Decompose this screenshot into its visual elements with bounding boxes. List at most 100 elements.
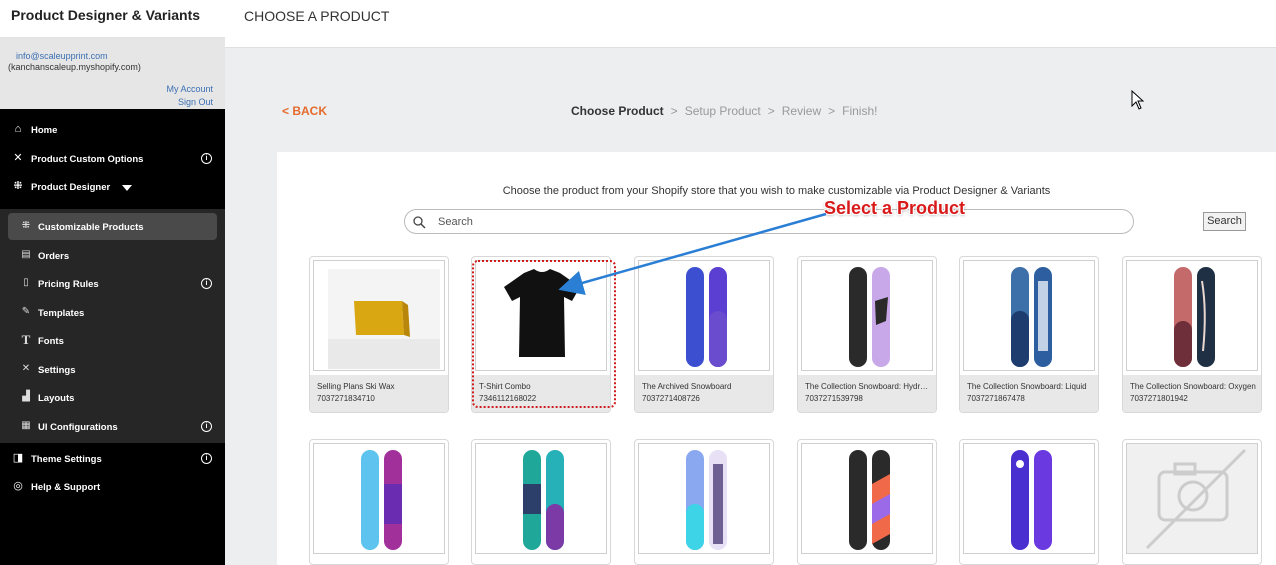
sidebar-item-label: Pricing Rules: [38, 279, 99, 290]
product-thumbnail: [1126, 260, 1258, 371]
product-card[interactable]: The Collection Snowboard: Hydrogen 70372…: [797, 256, 937, 413]
product-card[interactable]: [797, 439, 937, 565]
sidebar-item-orders[interactable]: ▤ Orders: [8, 242, 217, 269]
sidebar-item-fonts[interactable]: T Fonts: [8, 327, 217, 354]
sidebar-item-label: Fonts: [38, 336, 64, 347]
product-id: 7037271834710: [317, 394, 375, 403]
wizard-steps: Choose Product > Setup Product > Review > Fini…: [571, 104, 877, 118]
product-thumbnail: [638, 443, 770, 554]
product-thumbnail: [1126, 443, 1258, 554]
search-input[interactable]: [438, 213, 1118, 230]
product-name: The Archived Snowboard: [642, 382, 732, 391]
step-separator: >: [767, 104, 775, 118]
product-thumbnail: [963, 443, 1095, 554]
home-icon: ⌂: [14, 123, 22, 135]
step-setup-product: Setup Product: [684, 104, 761, 118]
account-panel: info@scaleupprint.com (kanchanscaleup.my…: [0, 38, 225, 109]
sidebar-item-customizable-products[interactable]: ⁜ Customizable Products: [8, 213, 217, 240]
product-card[interactable]: Selling Plans Ski Wax 7037271834710: [309, 256, 449, 413]
info-icon[interactable]: i: [201, 278, 212, 289]
info-icon[interactable]: i: [201, 153, 212, 164]
trash-icon: ▯: [23, 277, 29, 288]
product-name: The Collection Snowboard: Oxygen: [1130, 382, 1256, 391]
account-shop: (kanchanscaleup.myshopify.com): [8, 62, 141, 72]
product-thumbnail: [313, 260, 445, 371]
sidebar-item-settings[interactable]: ✕ Settings: [8, 356, 217, 383]
my-account-link[interactable]: My Account: [166, 84, 213, 94]
sidebar-item-label: Customizable Products: [38, 222, 144, 233]
nav-theme-settings-label: Theme Settings: [31, 454, 102, 465]
mouse-cursor-icon: [1131, 90, 1145, 110]
product-id: 7037271539798: [805, 394, 863, 403]
help-icon: ◎: [13, 480, 23, 492]
sidebar-item-label: Orders: [38, 251, 70, 262]
tools-icon: ✕: [13, 152, 23, 164]
main-content: CHOOSE A PRODUCT < BACK Choose Product > S…: [225, 0, 1276, 565]
nav-custom-options[interactable]: ✕ Product Custom Options i: [0, 146, 225, 172]
info-icon[interactable]: i: [201, 453, 212, 464]
nav-help-support-label: Help & Support: [31, 482, 101, 493]
theme-icon: ◨: [12, 452, 24, 464]
nav-home[interactable]: ⌂ Home: [0, 117, 225, 143]
edit-icon: ✎: [21, 306, 31, 317]
sidebar-item-pricing-rules[interactable]: ▯ Pricing Rules i: [8, 270, 217, 297]
step-separator: >: [828, 104, 836, 118]
search-button[interactable]: Search: [1203, 212, 1246, 231]
product-thumbnail: [475, 443, 607, 554]
product-card[interactable]: The Archived Snowboard 7037271408726: [634, 256, 774, 413]
nav-product-designer[interactable]: ⁜ Product Designer: [0, 174, 225, 200]
product-card[interactable]: The Collection Snowboard: Oxygen 7037271…: [1122, 256, 1262, 413]
search-icon: [413, 216, 426, 229]
designer-icon: ⁜: [21, 220, 31, 231]
product-id: 7037271867478: [967, 394, 1025, 403]
sidebar-item-templates[interactable]: ✎ Templates: [8, 299, 217, 326]
product-name: The Collection Snowboard: Liquid: [967, 382, 1087, 391]
sidebar-item-label: Settings: [38, 365, 76, 376]
product-id: 7037271801942: [1130, 394, 1188, 403]
info-icon[interactable]: i: [201, 421, 212, 432]
product-thumbnail: [801, 260, 933, 371]
no-image-icon: [1145, 448, 1247, 550]
sidebar-item-label: Layouts: [38, 393, 75, 404]
app-title: Product Designer & Variants: [11, 7, 201, 23]
product-thumbnail: [638, 260, 770, 371]
designer-icon: ⁜: [13, 180, 23, 192]
chevron-down-icon: [122, 185, 132, 191]
orders-icon: ▤: [21, 249, 31, 260]
nav-theme-settings[interactable]: ◨ Theme Settings i: [0, 446, 225, 472]
sign-out-link[interactable]: Sign Out: [178, 97, 213, 107]
step-separator: >: [670, 104, 678, 118]
product-card[interactable]: [471, 439, 611, 565]
product-card[interactable]: [959, 439, 1099, 565]
product-card[interactable]: [1122, 439, 1262, 565]
instruction-text: Choose the product from your Shopify sto…: [502, 185, 1051, 197]
sidebar-item-layouts[interactable]: ▟ Layouts: [8, 384, 217, 411]
sidebar-item-ui-configurations[interactable]: ▦ UI Configurations i: [8, 413, 217, 440]
product-thumbnail: [963, 260, 1095, 371]
product-card[interactable]: The Collection Snowboard: Liquid 7037271…: [959, 256, 1099, 413]
product-card[interactable]: [634, 439, 774, 565]
select-product-callout: Select a Product: [824, 198, 966, 218]
step-review: Review: [781, 104, 822, 118]
nav-help-support[interactable]: ◎ Help & Support: [0, 474, 225, 500]
top-bar: CHOOSE A PRODUCT: [225, 0, 1276, 48]
font-icon: T: [21, 332, 31, 347]
sidebar-item-label: Templates: [38, 308, 85, 319]
app-header: Product Designer & Variants: [0, 0, 225, 38]
product-name: Selling Plans Ski Wax: [317, 382, 395, 391]
step-finish: Finish!: [842, 104, 878, 118]
selection-highlight: [472, 260, 616, 408]
product-id: 7037271408726: [642, 394, 700, 403]
nav-product-designer-label: Product Designer: [31, 182, 111, 193]
search-box[interactable]: [404, 209, 1134, 234]
sidebar: Product Designer & Variants info@scaleup…: [0, 0, 225, 565]
nav-home-label: Home: [31, 125, 58, 136]
product-thumbnail: [313, 443, 445, 554]
product-thumbnail: [801, 443, 933, 554]
back-link[interactable]: < BACK: [282, 104, 327, 118]
layouts-icon: ▟: [22, 391, 30, 402]
product-name: The Collection Snowboard: Hydrogen: [805, 382, 931, 391]
page-title: CHOOSE A PRODUCT: [244, 8, 390, 24]
account-email[interactable]: info@scaleupprint.com: [16, 51, 108, 61]
product-card[interactable]: [309, 439, 449, 565]
